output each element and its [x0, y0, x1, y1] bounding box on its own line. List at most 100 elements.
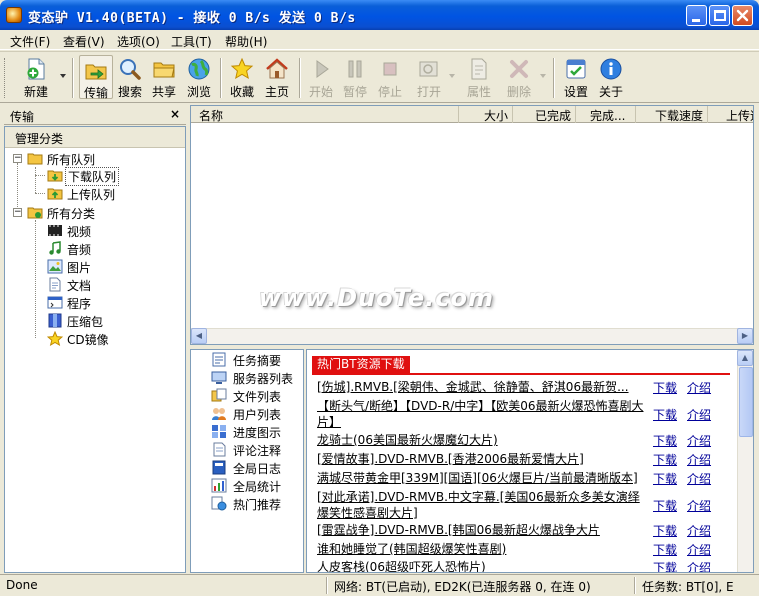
- nav-label: 全局日志: [233, 462, 282, 476]
- bt-item-title[interactable]: 【断头气/断绝】【DVD-R/中字】【欧美06最新火爆恐怖喜剧大片】: [317, 398, 647, 430]
- bt-item-title[interactable]: 满城尽带黄金甲[339M][国语][06火爆巨片/当前最清晰版本]: [317, 470, 647, 486]
- delete-dropdown-icon[interactable]: [540, 74, 546, 78]
- column-size[interactable]: 大小: [459, 106, 513, 123]
- bt-intro-link[interactable]: 介绍: [687, 470, 711, 487]
- status-separator: [634, 577, 636, 594]
- menu-options[interactable]: 选项(O): [117, 33, 160, 50]
- home-button[interactable]: 主页: [261, 55, 293, 99]
- share-button[interactable]: 共享: [148, 55, 180, 99]
- bt-intro-link[interactable]: 介绍: [687, 541, 711, 558]
- bt-intro-link[interactable]: 介绍: [687, 406, 711, 423]
- bt-intro-link[interactable]: 介绍: [687, 451, 711, 468]
- menu-tools[interactable]: 工具(T): [171, 33, 212, 50]
- bt-item-title[interactable]: [伤城].RMVB.[梁朝伟、金城武、徐静蕾、舒淇06最新贺...: [317, 379, 647, 395]
- transfer-button[interactable]: 传输: [79, 55, 113, 100]
- bt-item-title[interactable]: [爱情故事].DVD-RMVB.[香港2006最新爱情大片]: [317, 451, 647, 467]
- new-dropdown-icon[interactable]: [60, 74, 66, 78]
- window-title: 变态驴 V1.40(BETA) - 接收 0 B/s 发送 0 B/s: [28, 11, 356, 26]
- column-name[interactable]: 名称: [191, 106, 459, 123]
- title-bar[interactable]: 变态驴 V1.40(BETA) - 接收 0 B/s 发送 0 B/s: [0, 0, 759, 30]
- tree-node-label: 所有分类: [47, 207, 96, 221]
- stop-button[interactable]: 停止: [374, 55, 406, 99]
- maximize-button[interactable]: [709, 5, 730, 26]
- column-completed[interactable]: 已完成: [513, 106, 576, 123]
- tree-node-label: 下载队列: [65, 167, 120, 186]
- favorites-button[interactable]: 收藏: [226, 55, 258, 99]
- bt-download-link[interactable]: 下载: [653, 522, 677, 539]
- share-folder-icon: [153, 62, 175, 78]
- bt-item-title[interactable]: 谁和她睡觉了(韩国超级爆笑性喜剧): [317, 541, 647, 557]
- open-button[interactable]: 打开: [412, 55, 446, 99]
- minimize-icon: [692, 19, 700, 22]
- bt-item-title[interactable]: [对此承诺].DVD-RMVB.中文字幕.[美国06最新众多美女演绎爆笑性感喜剧…: [317, 489, 647, 521]
- properties-button[interactable]: 属性: [462, 55, 496, 99]
- tree-node-label: 程序: [67, 297, 92, 311]
- open-dropdown-icon[interactable]: [449, 74, 455, 78]
- status-bar: Done 网络: BT(已启动), ED2K(已连服务器 0, 在连 0) 任务…: [0, 574, 759, 596]
- bt-download-link[interactable]: 下载: [653, 451, 677, 468]
- pause-label: 暂停: [342, 85, 367, 99]
- properties-label: 属性: [466, 85, 491, 99]
- toolbar-separator: [220, 58, 222, 98]
- start-button[interactable]: 开始: [305, 55, 337, 99]
- bt-download-link[interactable]: 下载: [653, 432, 677, 449]
- globe-icon: [188, 58, 210, 80]
- bt-download-link[interactable]: 下载: [653, 470, 677, 487]
- close-button[interactable]: [732, 5, 753, 26]
- bt-download-link[interactable]: 下载: [653, 541, 677, 558]
- bt-resource-tab[interactable]: 热门BT资源下载: [312, 356, 410, 373]
- tree-node-label: 压缩包: [67, 315, 104, 329]
- network-status: 网络: BT(已启动), ED2K(已连服务器 0, 在连 0): [334, 580, 591, 594]
- horizontal-scrollbar[interactable]: ◀ ▶: [191, 328, 753, 344]
- star-icon: [230, 57, 254, 80]
- list-header: 名称 大小 已完成 完成... 下载速度 上传速: [191, 106, 753, 123]
- settings-label: 设置: [563, 85, 588, 99]
- column-upload-speed[interactable]: 上传速: [708, 106, 753, 123]
- scroll-up-button[interactable]: ▲: [737, 350, 753, 366]
- pause-icon: [348, 60, 362, 78]
- properties-icon: [471, 58, 487, 80]
- tree-title: 管理分类: [15, 132, 64, 146]
- share-label: 共享: [151, 85, 176, 99]
- delete-button[interactable]: 删除: [503, 55, 535, 99]
- vertical-scrollbar[interactable]: ▲: [737, 350, 753, 572]
- bt-download-link[interactable]: 下载: [653, 379, 677, 396]
- scroll-right-button[interactable]: ▶: [737, 328, 753, 344]
- bt-download-link[interactable]: 下载: [653, 497, 677, 514]
- expand-toggle-categories[interactable]: −: [13, 208, 22, 217]
- bt-download-link[interactable]: 下载: [653, 406, 677, 423]
- search-label: 搜索: [117, 85, 142, 99]
- bt-intro-link[interactable]: 介绍: [687, 522, 711, 539]
- bt-item-title[interactable]: [雷霆战争].DVD-RMVB.[韩国06最新超火爆战争大片: [317, 522, 647, 538]
- bt-item-title[interactable]: 人皮客栈(06超级吓死人恐怖片): [317, 559, 647, 572]
- folder-open-icon: [27, 153, 43, 165]
- browse-button[interactable]: 浏览: [183, 55, 215, 99]
- bt-item-title[interactable]: 龙骑士(06美国最新火爆魔幻大片): [317, 432, 647, 448]
- menu-view[interactable]: 查看(V): [63, 33, 105, 50]
- about-button[interactable]: 关于: [595, 55, 627, 99]
- menu-help[interactable]: 帮助(H): [225, 33, 267, 50]
- toolbar-separator: [553, 58, 555, 98]
- scroll-left-button[interactable]: ◀: [191, 328, 207, 344]
- pause-button[interactable]: 暂停: [339, 55, 371, 99]
- bt-intro-link[interactable]: 介绍: [687, 559, 711, 572]
- menu-file[interactable]: 文件(F): [10, 33, 50, 50]
- server-icon: [211, 371, 227, 384]
- bt-intro-link[interactable]: 介绍: [687, 432, 711, 449]
- tree-node-label: 音频: [67, 243, 92, 257]
- column-progress[interactable]: 完成...: [576, 106, 636, 123]
- bt-intro-link[interactable]: 介绍: [687, 379, 711, 396]
- bt-download-link[interactable]: 下载: [653, 559, 677, 572]
- bt-intro-link[interactable]: 介绍: [687, 497, 711, 514]
- column-download-speed[interactable]: 下载速度: [636, 106, 708, 123]
- home-label: 主页: [264, 85, 289, 99]
- settings-button[interactable]: 设置: [560, 55, 592, 99]
- left-panel-close-button[interactable]: ×: [170, 107, 180, 121]
- search-button[interactable]: 搜索: [114, 55, 146, 99]
- new-button[interactable]: 新建: [16, 55, 56, 99]
- minimize-button[interactable]: [686, 5, 707, 26]
- toolbar-grip[interactable]: [4, 58, 7, 98]
- scroll-thumb[interactable]: [739, 367, 753, 437]
- toolbar-separator: [299, 58, 301, 98]
- expand-toggle-queues[interactable]: −: [13, 154, 22, 163]
